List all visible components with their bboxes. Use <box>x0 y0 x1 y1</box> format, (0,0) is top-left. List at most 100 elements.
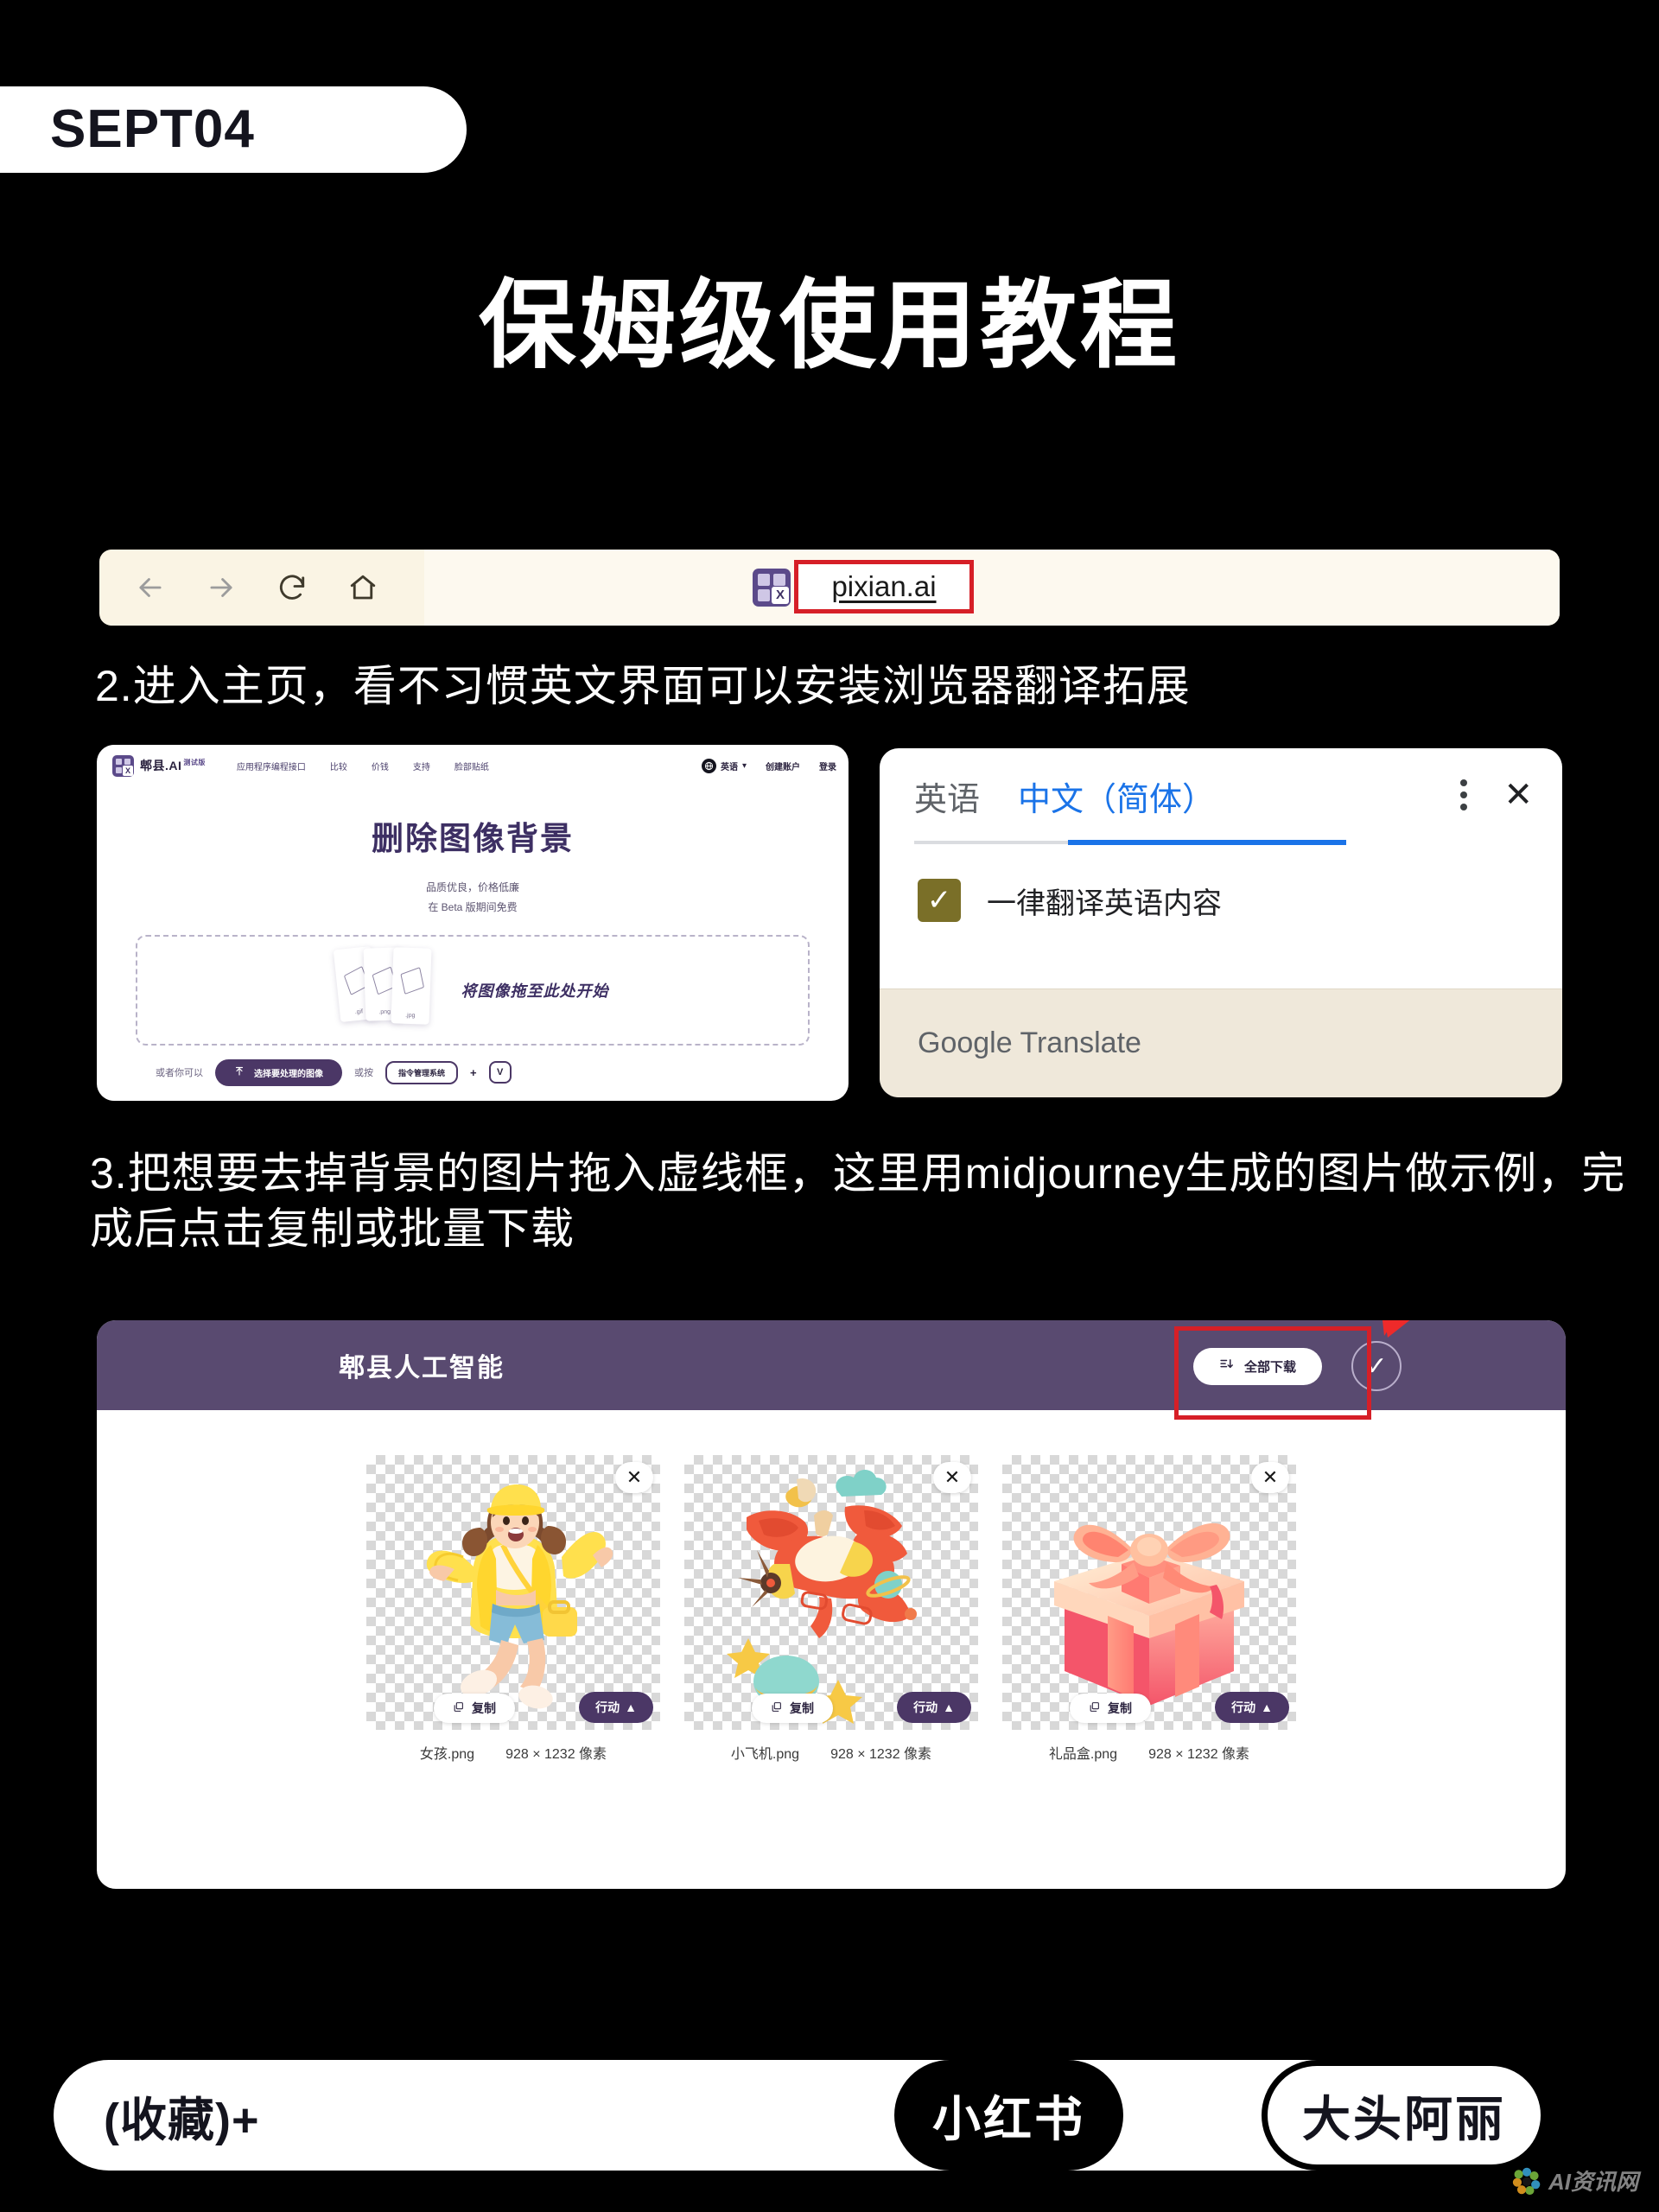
file-type-label-jpg: .jpg <box>404 1012 416 1019</box>
file-type-label-gif: .gif <box>353 1007 363 1015</box>
always-translate-row[interactable]: ✓ 一律翻译英语内容 <box>880 844 1562 960</box>
card-meta: 礼品盒.png 928 × 1232 像素 <box>1002 1742 1296 1763</box>
download-all-label: 全部下载 <box>1243 1359 1296 1375</box>
site-logo-beta-sup: 测试版 <box>183 759 206 767</box>
card-meta: 女孩.png 928 × 1232 像素 <box>366 1742 660 1763</box>
card-filename: 礼品盒.png <box>1048 1747 1118 1762</box>
card-meta: 小飞机.png 928 × 1232 像素 <box>684 1742 978 1763</box>
file-type-icons: .gif .png .jpg <box>333 945 439 1033</box>
copy-label: 复制 <box>1108 1701 1132 1715</box>
favorite-label: (收藏)+ <box>104 2094 260 2146</box>
subheading-line-1: 品质优良，价格低廉 <box>425 881 519 893</box>
download-all-button[interactable]: 全部下载 <box>1192 1347 1322 1385</box>
step-2-text: 2.进入主页，看不习惯英文界面可以安装浏览器翻译拓展 <box>95 662 1191 710</box>
author-badge: 大头阿丽 <box>1262 2060 1547 2171</box>
result-panel-screenshot: 郫县人工智能 全部下载 ✓ ✕ 复制 行动 ▲ 女孩.png 928 × 123… <box>97 1320 1566 1889</box>
close-icon[interactable]: ✕ <box>1251 1462 1289 1493</box>
action-label: 行动 <box>913 1700 938 1714</box>
date-badge: SEPT04 <box>0 86 467 173</box>
site-logo[interactable]: X 郫县.AI 测试版 <box>112 754 206 777</box>
card-filename: 小飞机.png <box>730 1747 800 1762</box>
download-all-icon <box>1219 1357 1234 1376</box>
nav-link-support[interactable]: 支持 <box>413 760 430 772</box>
copy-icon <box>771 1701 782 1715</box>
chevron-up-icon: ▲ <box>943 1700 955 1714</box>
language-label: 英语 <box>720 762 738 772</box>
create-account-link[interactable]: 创建账户 <box>766 760 800 772</box>
check-circle-icon[interactable]: ✓ <box>1351 1341 1402 1391</box>
pixian-site-screenshot: X 郫县.AI 测试版 应用程序编程接口 比较 价钱 支持 脸部贴纸 英语 ▾ … <box>97 745 849 1101</box>
select-image-button[interactable]: 选择要处理的图像 <box>215 1058 342 1086</box>
date-badge-label: SEPT04 <box>50 99 255 159</box>
site-navbar: X 郫县.AI 测试版 应用程序编程接口 比较 价钱 支持 脸部贴纸 英语 ▾ … <box>97 745 849 786</box>
select-image-label: 选择要处理的图像 <box>254 1069 323 1079</box>
action-button[interactable]: 行动 ▲ <box>897 1692 971 1723</box>
nav-link-face-stickers[interactable]: 脸部贴纸 <box>454 760 489 772</box>
language-selector[interactable]: 英语 ▾ <box>701 758 747 773</box>
card-image: ✕ 复制 行动 ▲ <box>366 1455 660 1730</box>
result-panel-header: 郫县人工智能 全部下载 ✓ <box>97 1320 1566 1420</box>
arrow-left-icon[interactable] <box>132 569 168 606</box>
nav-link-compare[interactable]: 比较 <box>330 760 347 772</box>
close-icon[interactable]: ✕ <box>933 1462 971 1493</box>
copy-button[interactable]: 复制 <box>1070 1694 1151 1723</box>
site-nav-right: 英语 ▾ 创建账户 登录 <box>701 758 836 773</box>
image-dropzone[interactable]: .gif .png .jpg 将图像拖至此处开始 <box>136 934 810 1046</box>
or-press-label: 或按 <box>354 1068 373 1079</box>
card-dimensions: 928 × 1232 像素 <box>830 1747 932 1762</box>
always-translate-checkbox[interactable]: ✓ <box>918 879 961 922</box>
kebab-menu-icon[interactable] <box>1460 779 1468 810</box>
card-dimensions: 928 × 1232 像素 <box>505 1747 607 1762</box>
copy-icon <box>453 1701 464 1715</box>
action-button[interactable]: 行动 ▲ <box>579 1692 653 1723</box>
browser-nav-buttons <box>99 569 381 606</box>
close-icon[interactable]: ✕ <box>1503 778 1533 812</box>
tab-underline <box>914 840 1346 845</box>
copy-icon <box>1089 1701 1100 1715</box>
action-button[interactable]: 行动 ▲ <box>1215 1692 1289 1723</box>
site-action-row: 或者你可以 选择要处理的图像 或按 指令管理系统 + V <box>156 1058 849 1086</box>
copy-button[interactable]: 复制 <box>434 1694 515 1723</box>
card-image: ✕ 复制 行动 ▲ <box>684 1455 978 1730</box>
home-icon[interactable] <box>345 569 381 606</box>
google-translate-brand: Google Translate <box>918 1027 1141 1059</box>
result-cards-row: ✕ 复制 行动 ▲ 女孩.png 928 × 1232 像素 ✕ 复制 行动 ▲… <box>97 1410 1566 1763</box>
translate-header-icons: ✕ <box>1460 778 1533 812</box>
url-highlight-box: pixian.ai <box>794 560 974 613</box>
nav-link-pricing[interactable]: 价钱 <box>372 760 389 772</box>
watermark-text: AI资讯网 <box>1548 2169 1638 2195</box>
watermark: AI资讯网 <box>1512 2164 1638 2196</box>
card-filename: 女孩.png <box>419 1747 475 1762</box>
red-arrow-icon <box>1382 1320 1410 1338</box>
close-icon[interactable]: ✕ <box>615 1462 653 1493</box>
file-card-jpg: .jpg <box>390 946 432 1025</box>
action-label: 行动 <box>1231 1700 1256 1714</box>
translate-footer: Google Translate <box>880 988 1562 1097</box>
sign-in-link[interactable]: 登录 <box>819 760 836 772</box>
poster-root: SEPT04 保姆级使用教程 X pixian.ai 2.进入主页，看不习惯英文… <box>0 0 1659 2212</box>
page-title: 保姆级使用教程 <box>479 271 1180 379</box>
site-favicon-icon: X <box>753 569 791 607</box>
download-all-wrapper: 全部下载 <box>1173 1325 1371 1420</box>
or-you-can-label: 或者你可以 <box>156 1068 203 1079</box>
logo-letter: X <box>123 765 133 776</box>
plus-sign: + <box>470 1065 477 1079</box>
result-panel-title: 郫县人工智能 <box>339 1354 505 1382</box>
reload-icon[interactable] <box>274 569 310 606</box>
tab-source-language[interactable]: 英语 <box>914 772 980 841</box>
site-logo-text: 郫县.AI <box>140 759 182 772</box>
browser-toolbar: X pixian.ai <box>99 550 1560 626</box>
arrow-right-icon[interactable] <box>203 569 239 606</box>
result-card: ✕ 复制 行动 ▲ 小飞机.png 928 × 1232 像素 <box>684 1455 978 1763</box>
url-bar-background <box>424 550 1560 626</box>
copy-button[interactable]: 复制 <box>752 1694 833 1723</box>
nav-link-api[interactable]: 应用程序编程接口 <box>237 760 306 772</box>
card-image: ✕ 复制 行动 ▲ <box>1002 1455 1296 1730</box>
platform-badge: 小红书 <box>894 2060 1123 2171</box>
chevron-up-icon: ▲ <box>625 1700 637 1714</box>
file-type-label-png: .png <box>378 1008 391 1015</box>
flower-logo-icon <box>1512 2167 1541 2195</box>
address-bar-url[interactable]: pixian.ai <box>831 570 936 603</box>
card-dimensions: 928 × 1232 像素 <box>1148 1747 1250 1762</box>
tab-target-language[interactable]: 中文（简体） <box>1018 772 1215 841</box>
